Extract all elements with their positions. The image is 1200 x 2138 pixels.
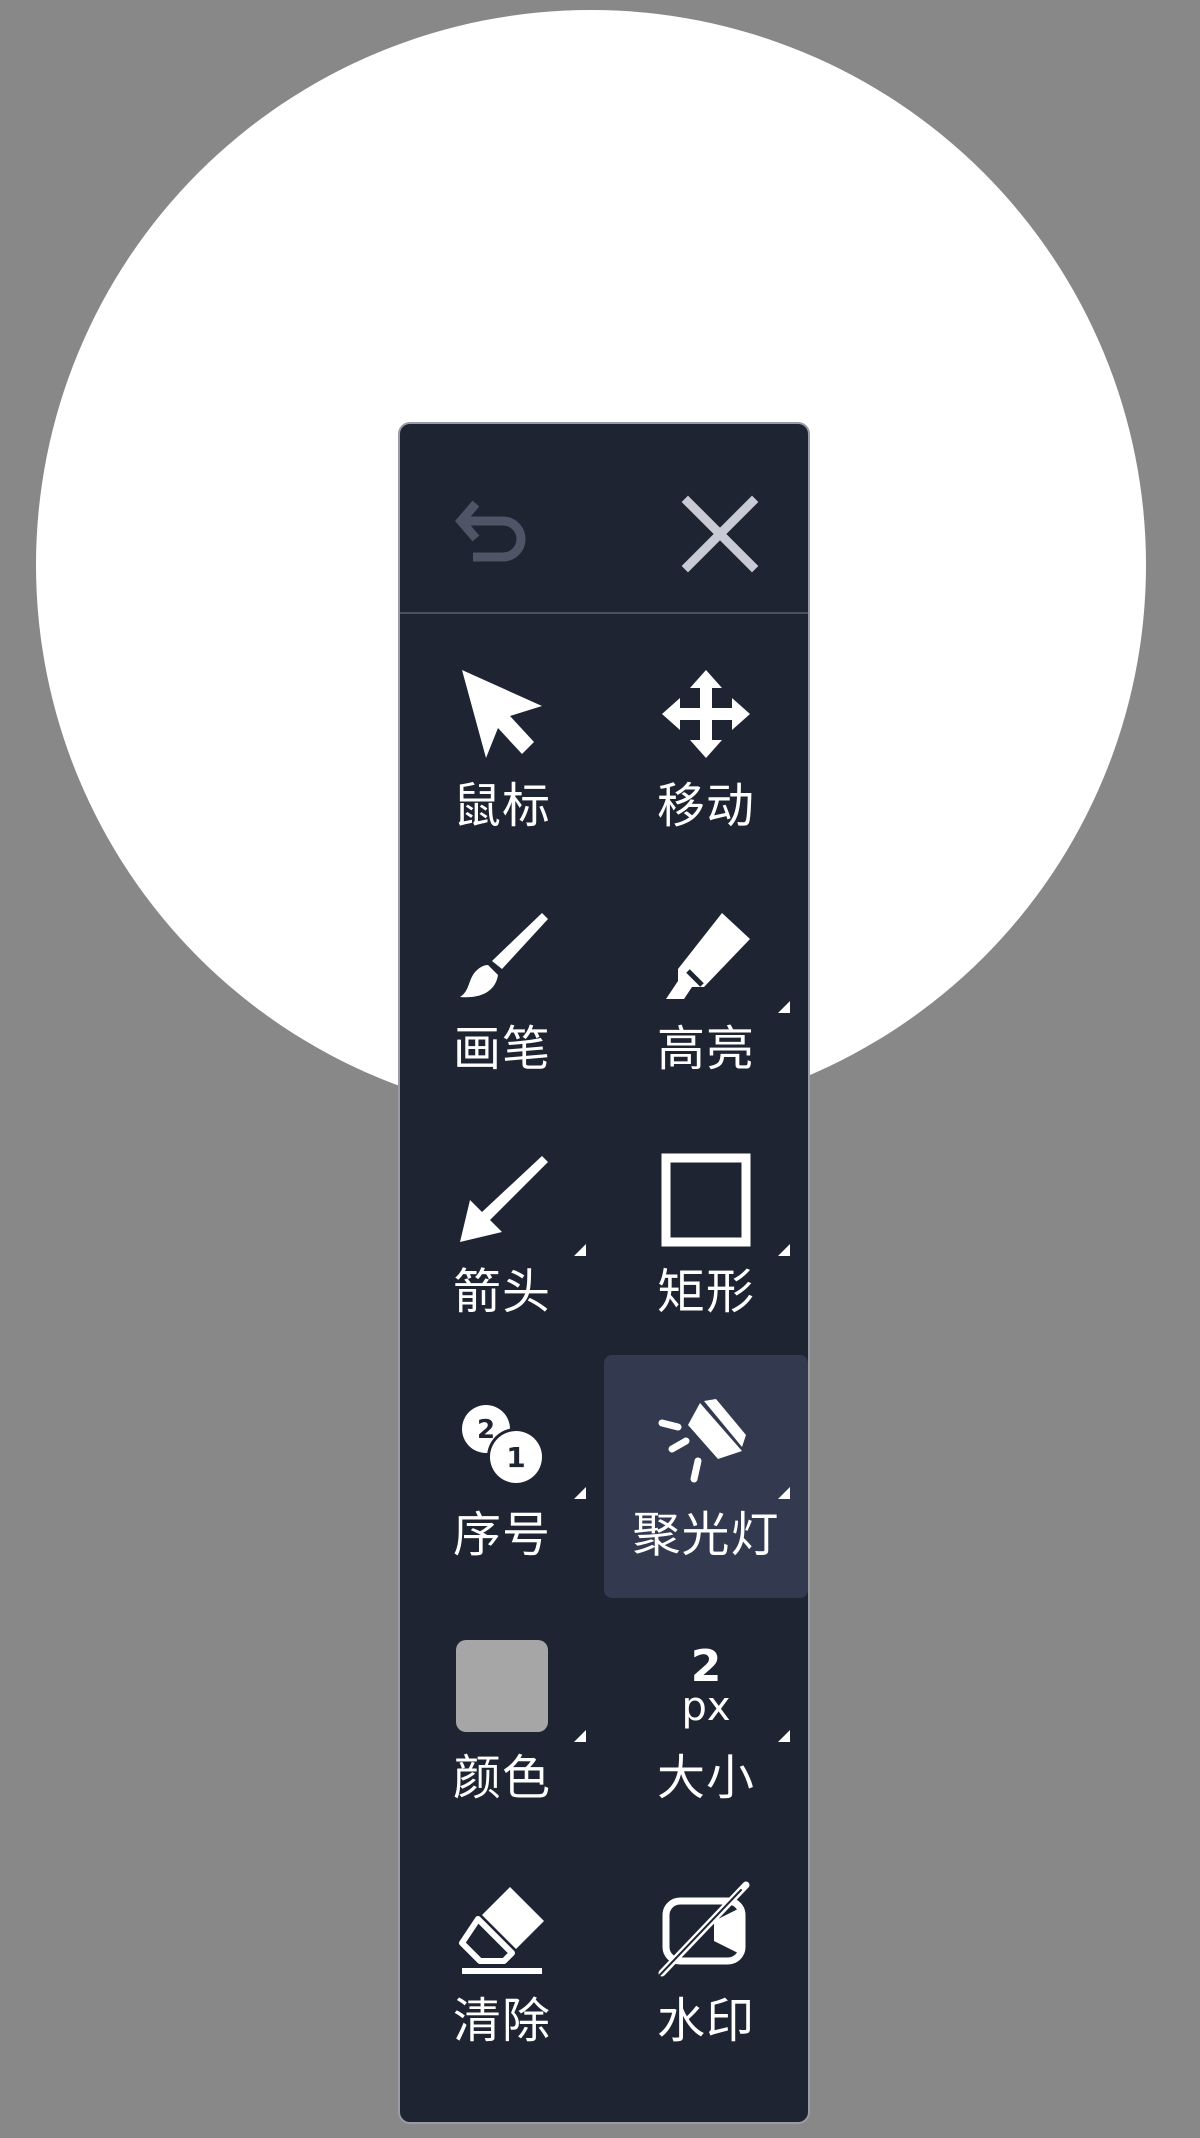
tool-label: 大小 bbox=[656, 1750, 755, 1806]
highlighter-icon bbox=[666, 913, 750, 999]
rectangle-icon bbox=[661, 1153, 751, 1247]
brush-icon bbox=[460, 913, 548, 998]
tool-label: 清除 bbox=[452, 1993, 551, 2049]
size-icon: 2 px bbox=[681, 1641, 731, 1730]
annotation-toolbar: 鼠标 移动 画笔 高亮 箭头 矩形 2 1 序号 聚光灯 颜色 2 px 大小 … bbox=[398, 422, 810, 2124]
tool-arrow[interactable]: 箭头 bbox=[400, 1112, 604, 1355]
close-button[interactable] bbox=[670, 484, 770, 584]
toolbar-header bbox=[400, 424, 808, 614]
tool-cursor[interactable]: 鼠标 bbox=[400, 626, 604, 869]
tool-label: 颜色 bbox=[452, 1750, 551, 1806]
tool-label: 矩形 bbox=[656, 1264, 755, 1320]
tool-label: 高亮 bbox=[656, 1021, 755, 1077]
submenu-indicator bbox=[778, 1487, 790, 1499]
tool-sequence[interactable]: 2 1 序号 bbox=[400, 1355, 604, 1598]
tool-label: 移动 bbox=[656, 778, 755, 834]
undo-icon bbox=[455, 500, 526, 562]
screen: 鼠标 移动 画笔 高亮 箭头 矩形 2 1 序号 聚光灯 颜色 2 px 大小 … bbox=[0, 0, 1200, 2138]
sequence-number-icon: 2 1 bbox=[462, 1405, 545, 1486]
tool-clear[interactable]: 清除 bbox=[400, 1841, 604, 2084]
submenu-indicator bbox=[574, 1487, 586, 1499]
spotlight-icon bbox=[658, 1399, 746, 1483]
tool-highlighter[interactable]: 高亮 bbox=[604, 869, 808, 1112]
color-swatch-icon bbox=[456, 1640, 548, 1732]
tool-watermark[interactable]: 水印 bbox=[604, 1841, 808, 2084]
tool-grid: 鼠标 移动 画笔 高亮 箭头 矩形 2 1 序号 聚光灯 颜色 2 px 大小 … bbox=[400, 614, 808, 2084]
submenu-indicator bbox=[574, 1244, 586, 1256]
tool-label: 画笔 bbox=[452, 1021, 551, 1077]
size-unit: px bbox=[681, 1684, 731, 1730]
tool-label: 鼠标 bbox=[452, 778, 551, 834]
tool-color[interactable]: 颜色 bbox=[400, 1598, 604, 1841]
submenu-indicator bbox=[778, 1001, 790, 1013]
tool-label: 箭头 bbox=[452, 1264, 551, 1320]
tool-label: 序号 bbox=[452, 1507, 551, 1563]
submenu-indicator bbox=[778, 1244, 790, 1256]
tool-brush[interactable]: 画笔 bbox=[400, 869, 604, 1112]
size-value: 2 bbox=[690, 1641, 722, 1692]
badge-number: 1 bbox=[506, 1441, 525, 1474]
cursor-icon bbox=[462, 670, 542, 758]
eraser-icon bbox=[459, 1887, 544, 1974]
tool-label: 水印 bbox=[656, 1993, 755, 2049]
tool-size[interactable]: 2 px 大小 bbox=[604, 1598, 808, 1841]
arrow-icon bbox=[460, 1156, 548, 1242]
tool-move[interactable]: 移动 bbox=[604, 626, 808, 869]
submenu-indicator bbox=[778, 1730, 790, 1742]
submenu-indicator bbox=[574, 1730, 586, 1742]
watermark-icon bbox=[658, 1881, 750, 1977]
close-icon bbox=[681, 495, 759, 573]
tool-label: 聚光灯 bbox=[632, 1507, 780, 1563]
tool-rectangle[interactable]: 矩形 bbox=[604, 1112, 808, 1355]
move-icon bbox=[662, 670, 750, 758]
undo-button[interactable] bbox=[442, 484, 542, 584]
tool-spotlight[interactable]: 聚光灯 bbox=[604, 1355, 808, 1598]
